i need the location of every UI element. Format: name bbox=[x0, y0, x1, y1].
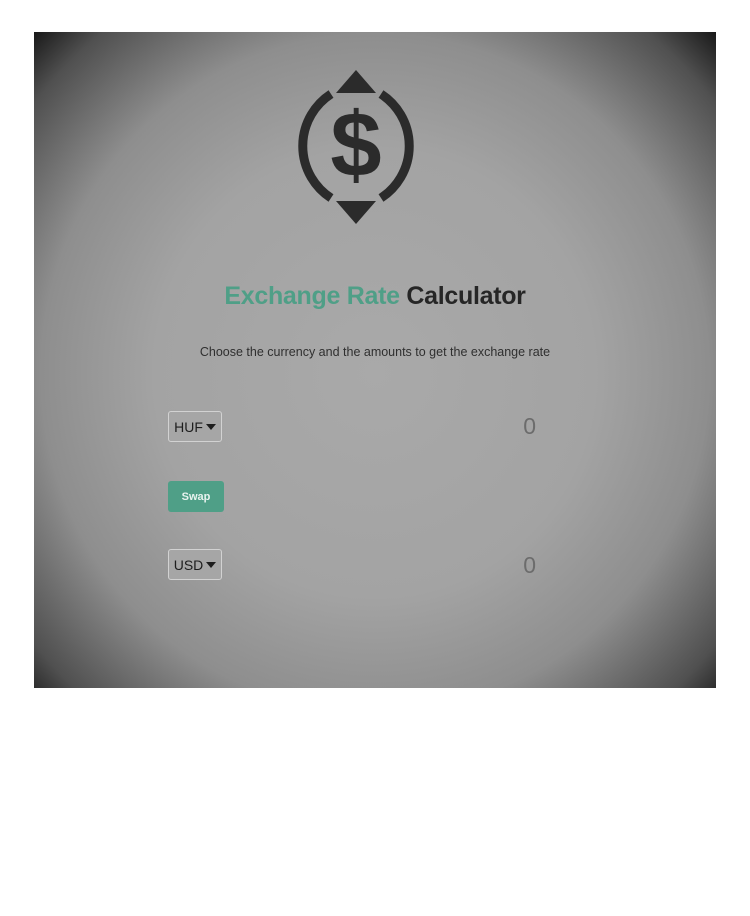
svg-text:$: $ bbox=[330, 94, 381, 196]
swap-button[interactable]: Swap bbox=[168, 481, 224, 512]
app-container: $ Exchange Rate Calculator Choose the cu… bbox=[34, 32, 716, 688]
caret-down-icon bbox=[206, 561, 217, 568]
amount-one-input[interactable] bbox=[454, 412, 538, 441]
title-accent: Exchange Rate bbox=[224, 282, 400, 310]
dollar-exchange-icon: $ bbox=[298, 70, 414, 224]
amount-two-input[interactable] bbox=[454, 551, 538, 580]
currency-two-code: USD bbox=[173, 556, 204, 573]
title-rest: Calculator bbox=[406, 282, 526, 310]
currency-one-code: HUF bbox=[174, 418, 203, 435]
page-title: Exchange Rate Calculator bbox=[34, 282, 716, 311]
caret-down-icon bbox=[205, 423, 216, 430]
subtitle: Choose the currency and the amounts to g… bbox=[199, 345, 551, 359]
currency-two-select[interactable]: USD bbox=[168, 549, 222, 580]
currency-one-select[interactable]: HUF bbox=[168, 411, 222, 442]
